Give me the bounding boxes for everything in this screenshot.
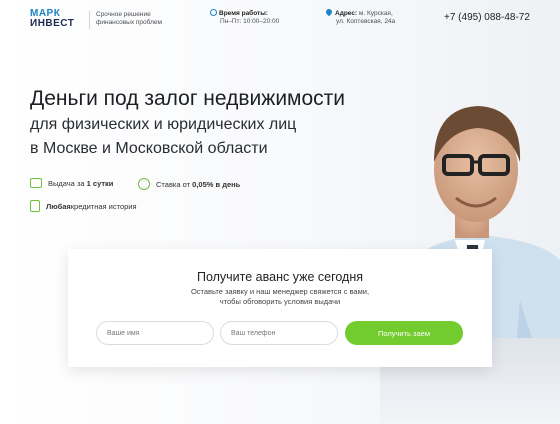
name-input[interactable] — [96, 321, 214, 345]
address-label: Адрес: — [335, 10, 358, 17]
address-line2: ул. Коптевская, 24а — [336, 18, 396, 25]
working-hours: Время работы: Пн–Пт: 10:00–20:00 — [210, 9, 279, 26]
hours-label: Время работы: — [219, 10, 268, 17]
feature-rate: Ставка от 0,05% в день — [138, 178, 240, 190]
feature-rate-prefix: Ставка от — [156, 179, 191, 189]
logo[interactable]: МАРК ИНВЕСТ — [30, 9, 74, 29]
form-description: Оставьте заявку и наш менеджер свяжется … — [68, 287, 492, 307]
form-desc-line1: Оставьте заявку и наш менеджер свяжется … — [190, 287, 370, 296]
phone-input[interactable] — [220, 321, 338, 345]
percent-icon — [138, 178, 150, 190]
form-desc-line2: чтобы обговорить условия выдачи — [219, 297, 341, 306]
clock-icon — [210, 9, 217, 16]
feature-credit-bold: Любая — [46, 201, 71, 211]
subtitle-line2: в Москве и Московской области — [30, 140, 268, 157]
logo-divider — [89, 11, 90, 29]
get-loan-button[interactable]: Получить заем — [345, 321, 463, 345]
feature-credit-suffix: кредитная история — [70, 201, 137, 211]
address-line1: м. Курская, — [358, 10, 393, 17]
address: Адрес: м. Курская, ул. Коптевская, 24а — [324, 7, 396, 26]
feature-rate-bold: 0,05% в день — [192, 179, 241, 189]
tagline: Срочное решение финансовых проблем — [96, 11, 166, 27]
feature-credit: Любая кредитная история — [30, 200, 137, 212]
site-header: МАРК ИНВЕСТ Срочное решение финансовых п… — [0, 0, 560, 40]
feature-payout: Выдача за 1 сутки — [30, 178, 113, 188]
hours-value: Пн–Пт: 10:00–20:00 — [220, 18, 280, 25]
tagline-line1: Срочное решение — [96, 11, 151, 18]
phone-link[interactable]: +7 (495) 088-48-72 — [444, 12, 530, 23]
form-title: Получите аванс уже сегодня — [196, 270, 364, 284]
map-pin-icon — [324, 7, 334, 17]
tagline-line2: финансовых проблем — [96, 19, 162, 26]
application-form: Получите аванс уже сегодня Оставьте заяв… — [68, 249, 492, 367]
page-title: Деньги под залог недвижимости — [30, 87, 346, 110]
calendar-icon — [30, 178, 42, 188]
feature-payout-prefix: Выдача за — [48, 178, 85, 188]
subtitle-line1: для физических и юридических лиц — [30, 116, 297, 133]
logo-line2: ИНВЕСТ — [30, 18, 75, 29]
document-icon — [30, 200, 40, 212]
feature-payout-bold: 1 сутки — [86, 178, 114, 188]
